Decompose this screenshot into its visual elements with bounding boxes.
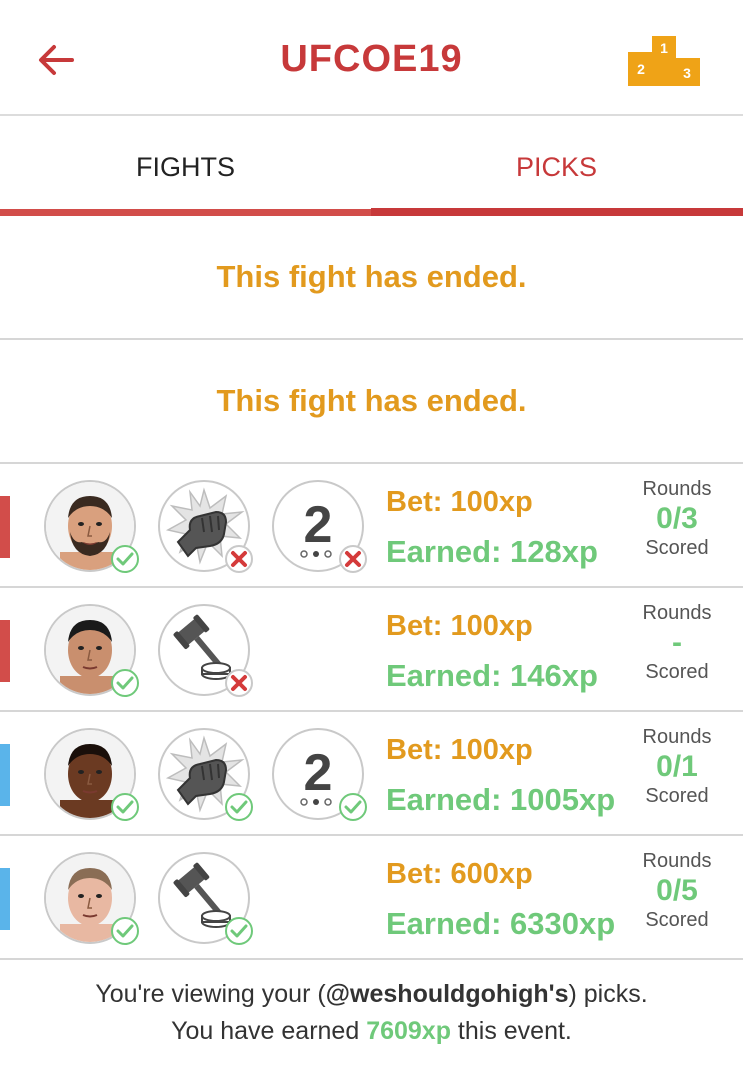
podium-second: 2: [637, 61, 645, 77]
scored-label: Scored: [645, 661, 709, 683]
rounds-label: Rounds: [642, 850, 712, 872]
pick-row[interactable]: 2 Bet: 100xp Earned: 1005xp Rounds 0/1 Scored: [0, 712, 743, 836]
username: @weshouldgohigh's: [325, 980, 569, 1008]
earned-line: You have earned 7609xp this event.: [171, 1017, 572, 1045]
tab-fights[interactable]: FIGHTS: [0, 118, 371, 216]
check-icon: [225, 793, 253, 821]
pick-row[interactable]: 2 Bet: 100xp Earned: 128xp Rounds 0/3 Scored: [0, 464, 743, 588]
method-pick: [158, 852, 253, 945]
fight-ended-message: This fight has ended.: [0, 340, 743, 464]
podium-third: 3: [683, 65, 691, 81]
total-xp: 7609xp: [366, 1017, 451, 1045]
rounds-scored: Rounds 0/5 Scored: [622, 850, 732, 932]
check-icon: [339, 793, 367, 821]
pick-row[interactable]: Bet: 100xp Earned: 146xp Rounds - Scored: [0, 588, 743, 712]
check-icon: [225, 917, 253, 945]
app-header: UFCOE19 1 2 3: [0, 0, 743, 116]
check-icon: [111, 669, 139, 697]
method-pick: [158, 604, 253, 697]
round-pick: 2: [272, 728, 367, 821]
fighter-pick: [44, 480, 139, 573]
earned-amount: Earned: 6330xp: [386, 906, 616, 941]
earned-amount: Earned: 128xp: [386, 534, 598, 569]
earned-amount: Earned: 1005xp: [386, 782, 616, 817]
bet-amount: Bet: 100xp: [386, 610, 533, 642]
rounds-value: 0/5: [656, 874, 698, 907]
tab-active-indicator: [371, 208, 743, 216]
rounds-value: -: [672, 626, 682, 659]
check-icon: [111, 545, 139, 573]
check-icon: [111, 917, 139, 945]
rounds-scored: Rounds 0/1 Scored: [622, 726, 732, 808]
method-pick: [158, 480, 253, 573]
rounds-label: Rounds: [642, 478, 712, 500]
scored-label: Scored: [645, 909, 709, 931]
podium-icon[interactable]: 1 2 3: [626, 32, 702, 86]
podium-first: 1: [660, 40, 668, 56]
corner-indicator: [0, 496, 10, 558]
check-icon: [111, 793, 139, 821]
corner-indicator: [0, 744, 10, 806]
fighter-pick: [44, 604, 139, 697]
fighter-pick: [44, 852, 139, 945]
bet-amount: Bet: 100xp: [386, 734, 533, 766]
rounds-label: Rounds: [642, 726, 712, 748]
fight-ended-message: This fight has ended.: [0, 216, 743, 340]
x-mark-icon: [225, 669, 253, 697]
rounds-scored: Rounds - Scored: [622, 602, 732, 684]
x-mark-icon: [339, 545, 367, 573]
x-mark-icon: [225, 545, 253, 573]
footer-summary: You're viewing your (@weshouldgohigh's) …: [0, 962, 743, 1070]
rounds-label: Rounds: [642, 602, 712, 624]
round-pick: 2: [272, 480, 367, 573]
scored-label: Scored: [645, 785, 709, 807]
earned-amount: Earned: 146xp: [386, 658, 598, 693]
svg-text:2: 2: [304, 496, 333, 554]
method-pick: [158, 728, 253, 821]
fighter-pick: [44, 728, 139, 821]
svg-text:2: 2: [304, 744, 333, 802]
tab-bar: FIGHTS PICKS: [0, 118, 743, 216]
bet-amount: Bet: 100xp: [386, 486, 533, 518]
tab-picks[interactable]: PICKS: [371, 118, 742, 216]
viewing-line: You're viewing your (@weshouldgohigh's) …: [95, 980, 648, 1008]
corner-indicator: [0, 620, 10, 682]
pick-row[interactable]: Bet: 600xp Earned: 6330xp Rounds 0/5 Scored: [0, 836, 743, 960]
bet-amount: Bet: 600xp: [386, 858, 533, 890]
rounds-value: 0/3: [656, 502, 698, 535]
rounds-scored: Rounds 0/3 Scored: [622, 478, 732, 560]
scored-label: Scored: [645, 537, 709, 559]
corner-indicator: [0, 868, 10, 930]
rounds-value: 0/1: [656, 750, 698, 783]
